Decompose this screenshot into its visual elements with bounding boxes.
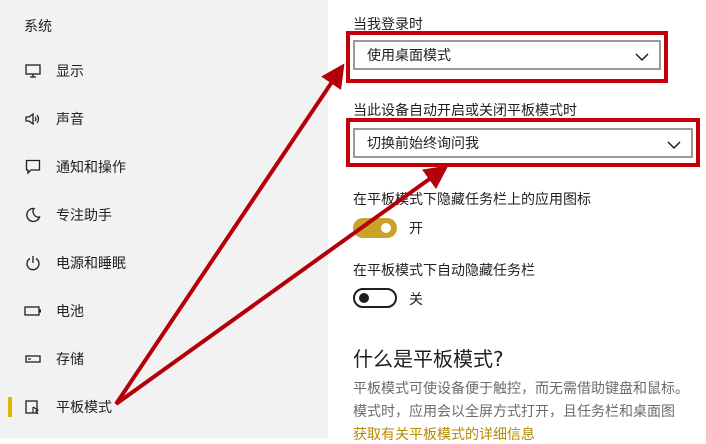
sidebar-item-battery[interactable]: 电池 (0, 291, 328, 331)
switch-behavior-dropdown[interactable]: 切换前始终询问我 (353, 128, 693, 158)
hide-icons-toggle[interactable] (353, 218, 397, 238)
sidebar-item-label: 声音 (56, 112, 84, 128)
dropdown-value: 切换前始终询问我 (367, 136, 479, 152)
monitor-icon (24, 62, 42, 80)
hide-icons-state: 开 (409, 221, 423, 237)
sidebar-item-label: 专注助手 (56, 208, 112, 224)
sidebar-item-label: 显示 (56, 64, 84, 80)
sidebar-title: 系统 (24, 19, 52, 35)
sidebar-item-tablet-mode[interactable]: 平板模式 (0, 387, 328, 427)
more-info-link[interactable]: 获取有关平板模式的详细信息 (353, 424, 535, 444)
auto-hide-state: 关 (409, 292, 423, 308)
description-line-2: 模式时，应用会以全屏方式打开，且任务栏和桌面图 (353, 404, 675, 420)
switch-behavior-label: 当此设备自动开启或关闭平板模式时 (353, 103, 577, 119)
auto-hide-label: 在平板模式下自动隐藏任务栏 (353, 263, 535, 279)
sidebar-item-label: 电源和睡眠 (56, 256, 126, 272)
sidebar-item-display[interactable]: 显示 (0, 51, 328, 91)
sidebar-item-label: 电池 (56, 304, 84, 320)
chevron-down-icon (667, 137, 681, 156)
dropdown-value: 使用桌面模式 (367, 48, 451, 64)
signin-mode-dropdown[interactable]: 使用桌面模式 (353, 40, 661, 70)
sidebar: 系统 显示 声音 通知和操作 专注助手 电源和睡眠 电池 存储 平板模式 (0, 0, 328, 438)
hide-icons-label: 在平板模式下隐藏任务栏上的应用图标 (353, 192, 591, 208)
description-line-1: 平板模式可使设备便于触控，而无需借助键盘和鼠标。 (353, 381, 689, 397)
chevron-down-icon (635, 49, 649, 68)
auto-hide-toggle[interactable] (353, 288, 397, 308)
sidebar-item-label: 通知和操作 (56, 160, 126, 176)
speaker-icon (24, 110, 42, 128)
power-icon (24, 254, 42, 272)
sidebar-item-power-sleep[interactable]: 电源和睡眠 (0, 243, 328, 283)
section-heading: 什么是平板模式? (353, 347, 504, 371)
sidebar-item-label: 平板模式 (56, 400, 112, 416)
sidebar-item-notifications[interactable]: 通知和操作 (0, 147, 328, 187)
sidebar-item-storage[interactable]: 存储 (0, 339, 328, 379)
sidebar-item-sound[interactable]: 声音 (0, 99, 328, 139)
battery-icon (24, 302, 42, 320)
sidebar-item-label: 存储 (56, 352, 84, 368)
moon-icon (24, 206, 42, 224)
tablet-settings-panel: 当我登录时 使用桌面模式 当此设备自动开启或关闭平板模式时 切换前始终询问我 在… (328, 0, 706, 443)
message-icon (24, 158, 42, 176)
sidebar-item-focus-assist[interactable]: 专注助手 (0, 195, 328, 235)
toggle-knob (359, 293, 369, 303)
tablet-icon (24, 398, 42, 416)
toggle-knob (381, 223, 391, 233)
storage-icon (24, 350, 42, 368)
